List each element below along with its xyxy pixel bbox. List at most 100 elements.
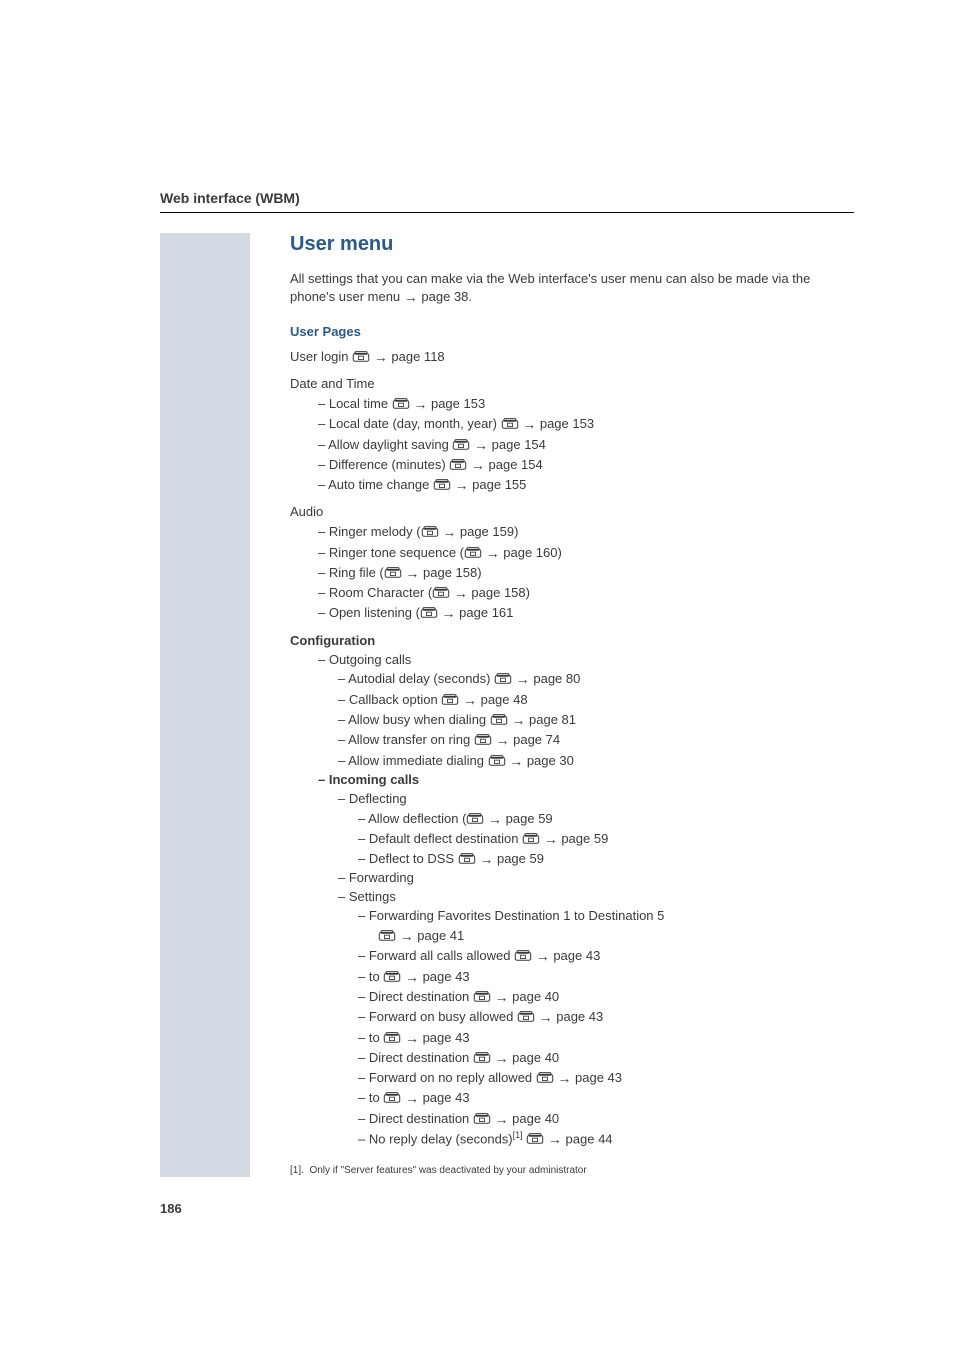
incoming-calls-label: – Incoming calls	[290, 771, 844, 790]
page-ref[interactable]: page 40	[512, 1111, 559, 1126]
item-text: Ringer melody (	[329, 524, 421, 539]
page-ref[interactable]: page 159	[460, 524, 514, 539]
arrow-icon: →	[404, 288, 418, 308]
page-ref[interactable]: page 44	[566, 1131, 613, 1146]
incoming-calls-text: Incoming calls	[329, 772, 419, 787]
item-text: Room Character (	[329, 585, 432, 600]
page-ref[interactable]: page 155	[472, 477, 526, 492]
page-ref[interactable]: page 81	[529, 712, 576, 727]
arrow-icon: →	[516, 669, 530, 689]
page-ref[interactable]: page 43	[423, 969, 470, 984]
page-ref[interactable]: page 40	[512, 989, 559, 1004]
list-item: – Callback option → page 48	[290, 690, 844, 710]
user-login-line: User login → page 118	[290, 347, 844, 367]
audio-label: Audio	[290, 503, 844, 522]
item-text: Deflect to DSS	[369, 851, 458, 866]
list-item: – Allow immediate dialing → page 30	[290, 751, 844, 771]
list-item: – Allow busy when dialing → page 81	[290, 710, 844, 730]
settings-label: – Settings	[290, 888, 844, 907]
phone-icon	[488, 755, 506, 767]
phone-icon	[490, 714, 508, 726]
list-item: – Direct destination → page 40	[290, 1048, 844, 1068]
page-ref[interactable]: page 118	[391, 349, 444, 364]
page-ref[interactable]: page 43	[423, 1030, 470, 1045]
phone-icon	[464, 547, 482, 559]
item-text: Ring file (	[329, 565, 384, 580]
phone-icon	[494, 673, 512, 685]
list-item: – Allow daylight saving → page 154	[290, 435, 844, 455]
page-ref[interactable]: page 30	[527, 753, 574, 768]
arrow-icon: →	[495, 730, 509, 750]
settings-line-1-text: Forwarding Favorites Destination 1 to De…	[369, 908, 665, 923]
item-text: Direct destination	[369, 1050, 473, 1065]
page-ref[interactable]: page 43	[423, 1090, 470, 1105]
arrow-icon: →	[544, 829, 558, 849]
arrow-icon: →	[442, 603, 456, 623]
page-ref[interactable]: page 43	[575, 1070, 622, 1085]
intro-text-b: .	[468, 289, 472, 304]
phone-icon	[526, 1133, 544, 1145]
arrow-icon: →	[455, 475, 469, 495]
page-ref[interactable]: page 74	[513, 732, 560, 747]
phone-icon	[473, 991, 491, 1003]
user-pages-heading: User Pages	[290, 324, 844, 339]
phone-icon	[421, 526, 439, 538]
arrow-icon: →	[471, 455, 485, 475]
outgoing-calls-text: Outgoing calls	[329, 652, 411, 667]
phone-icon	[514, 950, 532, 962]
arrow-icon: →	[405, 1088, 419, 1108]
phone-icon	[522, 833, 540, 845]
list-item: – No reply delay (seconds)[1] → page 44	[290, 1129, 844, 1150]
item-text: Auto time change	[328, 477, 433, 492]
item-text: to	[369, 969, 383, 984]
page-ref[interactable]: page 48	[481, 692, 528, 707]
item-text: Forward on busy allowed	[369, 1009, 517, 1024]
list-item: – Forward all calls allowed → page 43	[290, 946, 844, 966]
footnote: [1]. Only if "Server features" was deact…	[290, 1164, 844, 1177]
page-ref[interactable]: page 153	[431, 396, 485, 411]
page-ref[interactable]: page 59	[561, 831, 608, 846]
page-ref[interactable]: page 80	[533, 671, 580, 686]
list-item: – Open listening ( → page 161	[290, 603, 844, 623]
phone-icon	[466, 813, 484, 825]
list-item: – Allow transfer on ring → page 74	[290, 730, 844, 750]
arrow-icon: →	[495, 987, 509, 1007]
arrow-icon: →	[405, 1028, 419, 1048]
phone-icon	[384, 567, 402, 579]
page-ref[interactable]: page 59	[506, 811, 553, 826]
configuration-label: Configuration	[290, 632, 844, 651]
list-item: – Ringer tone sequence ( → page 160)	[290, 543, 844, 563]
page-ref[interactable]: page 160	[503, 545, 557, 560]
intro-page-ref[interactable]: page 38	[421, 289, 468, 304]
arrow-icon: →	[374, 347, 388, 367]
page-ref[interactable]: page 161	[459, 605, 513, 620]
page-ref[interactable]: page 153	[540, 416, 594, 431]
arrow-icon: →	[495, 1048, 509, 1068]
item-text: Allow deflection (	[368, 811, 466, 826]
page-ref[interactable]: page 154	[489, 457, 543, 472]
item-text: Local date (day, month, year)	[329, 416, 501, 431]
forwarding-text: Forwarding	[349, 870, 414, 885]
page-ref[interactable]: page 43	[556, 1009, 603, 1024]
page-ref[interactable]: page 43	[553, 948, 600, 963]
arrow-icon: →	[486, 543, 500, 563]
page-ref[interactable]: page 59	[497, 851, 544, 866]
page-ref[interactable]: page 40	[512, 1050, 559, 1065]
arrow-icon: →	[536, 946, 550, 966]
list-item: – Difference (minutes) → page 154	[290, 455, 844, 475]
page-ref[interactable]: page 158	[423, 565, 477, 580]
arrow-icon: →	[511, 710, 525, 730]
page-ref[interactable]: page 158	[471, 585, 525, 600]
list-item: – Ring file ( → page 158)	[290, 563, 844, 583]
item-text: Callback option	[349, 692, 442, 707]
outgoing-calls-label: – Outgoing calls	[290, 651, 844, 670]
arrow-icon: →	[474, 435, 488, 455]
page-ref[interactable]: page 41	[417, 928, 464, 943]
item-text: Allow immediate dialing	[348, 753, 487, 768]
page-ref[interactable]: page 154	[492, 437, 546, 452]
arrow-icon: →	[413, 394, 427, 414]
item-text: Allow daylight saving	[328, 437, 452, 452]
phone-icon	[392, 398, 410, 410]
left-margin-stripe	[160, 233, 250, 1177]
divider	[160, 212, 854, 213]
